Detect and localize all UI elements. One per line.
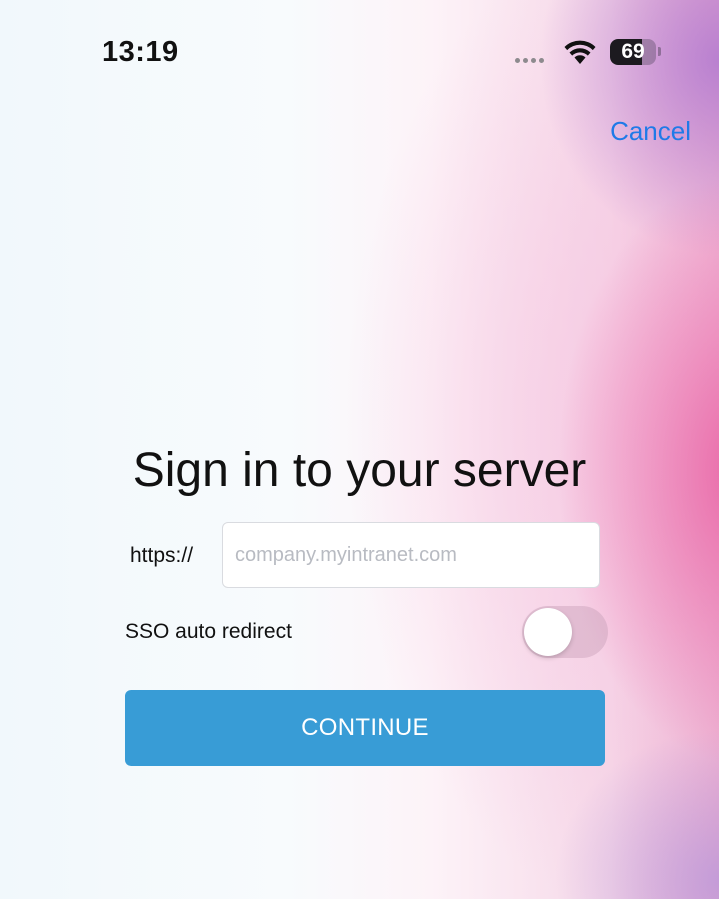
battery-cap [658, 47, 661, 56]
toggle-knob [524, 608, 572, 656]
sso-row: SSO auto redirect [125, 604, 608, 658]
url-scheme-label: https:// [130, 544, 194, 567]
page-title: Sign in to your server [132, 444, 587, 497]
cancel-button[interactable]: Cancel [610, 116, 691, 147]
server-url-row: https:// [125, 522, 600, 588]
server-url-input[interactable] [222, 522, 600, 588]
continue-button[interactable]: CONTINUE [125, 690, 605, 766]
status-time: 13:19 [102, 36, 179, 68]
sso-auto-redirect-label: SSO auto redirect [125, 620, 292, 643]
battery-level: 69 [621, 40, 645, 63]
wifi-icon [564, 40, 596, 64]
sso-auto-redirect-toggle[interactable] [522, 606, 608, 658]
battery-icon: 69 [610, 39, 656, 65]
status-bar: 13:19 69 [0, 0, 719, 100]
cellular-signal-icon [515, 58, 544, 63]
